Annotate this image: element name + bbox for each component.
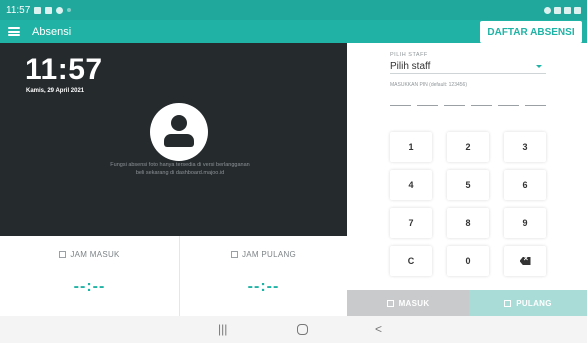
jam-pulang-card: JAM PULANG --:-- xyxy=(180,236,347,316)
pulang-button-label: PULANG xyxy=(516,298,552,308)
jam-masuk-label: JAM MASUK xyxy=(70,250,120,259)
pin-panel: PILIH STAFF Pilih staff MASUKKAN PIN (de… xyxy=(347,43,587,290)
logout-icon xyxy=(230,251,238,258)
keypad-key-3[interactable]: 3 xyxy=(504,132,546,162)
navigation-bar: ||| < xyxy=(0,316,587,343)
pin-label: MASUKKAN PIN (default: 123456) xyxy=(390,82,467,88)
status-bar: 11:57 xyxy=(0,0,587,20)
staff-dropdown[interactable]: Pilih staff xyxy=(390,59,546,74)
message-notification-icon xyxy=(45,6,53,14)
pulang-button[interactable]: PULANG xyxy=(469,290,587,316)
gallery-notification-icon xyxy=(34,6,42,14)
backspace-icon xyxy=(519,257,531,265)
masuk-button[interactable]: MASUK xyxy=(347,290,469,316)
home-icon[interactable] xyxy=(297,324,308,335)
keypad-key-clear[interactable]: C xyxy=(390,246,432,276)
keypad-key-backspace[interactable] xyxy=(504,246,546,276)
keypad-key-2[interactable]: 2 xyxy=(447,132,489,162)
staff-selected-value: Pilih staff xyxy=(390,60,431,72)
pin-slot xyxy=(525,105,546,106)
keypad-key-1[interactable]: 1 xyxy=(390,132,432,162)
notice-line-1: Fungsi absensi foto hanya tersedia di ve… xyxy=(110,162,250,168)
jam-masuk-value: --:-- xyxy=(73,278,106,295)
photo-panel: 11:57 Kamis, 29 April 2021 Fungsi absens… xyxy=(0,43,347,236)
pin-slot xyxy=(471,105,492,106)
dropdown-arrow-icon xyxy=(536,64,542,68)
masuk-button-label: MASUK xyxy=(398,298,430,308)
jam-pulang-label: JAM PULANG xyxy=(241,250,297,259)
pin-slot xyxy=(390,105,411,106)
logout-icon xyxy=(504,299,512,307)
daftar-absensi-button[interactable]: DAFTAR ABSENSI xyxy=(480,21,582,43)
app-notification-icon xyxy=(56,6,64,14)
pin-input[interactable] xyxy=(390,105,546,106)
login-icon xyxy=(59,251,67,258)
keypad-key-6[interactable]: 6 xyxy=(504,170,546,200)
recent-apps-icon[interactable]: ||| xyxy=(218,322,227,336)
user-avatar-icon xyxy=(150,103,208,161)
subscription-notice: Fungsi absensi foto hanya tersedia di ve… xyxy=(70,161,290,177)
login-icon xyxy=(386,299,394,307)
notice-line-2: beli sekarang di dashboard.majoo.id xyxy=(135,170,225,176)
keypad-key-4[interactable]: 4 xyxy=(390,170,432,200)
date-display: Kamis, 29 April 2021 xyxy=(26,88,85,94)
battery-icon xyxy=(574,6,581,14)
jam-masuk-card: JAM MASUK --:-- xyxy=(0,236,180,316)
menu-icon[interactable] xyxy=(8,27,20,36)
keypad-key-5[interactable]: 5 xyxy=(447,170,489,200)
pin-slot xyxy=(444,105,465,106)
staff-label: PILIH STAFF xyxy=(390,52,428,58)
app-screen: 11:57 Absensi DAFTAR ABSENSI 11:57 Kamis… xyxy=(0,0,587,343)
app-bar: Absensi DAFTAR ABSENSI xyxy=(0,20,587,43)
signal-icon xyxy=(564,6,571,14)
more-notifications-icon xyxy=(67,8,72,12)
clock-display: 11:57 xyxy=(25,53,103,86)
keypad-key-7[interactable]: 7 xyxy=(390,208,432,238)
app-title: Absensi xyxy=(32,25,72,38)
status-time: 11:57 xyxy=(6,4,31,16)
pin-slot xyxy=(498,105,519,106)
keypad-key-0[interactable]: 0 xyxy=(447,246,489,276)
keypad-key-9[interactable]: 9 xyxy=(504,208,546,238)
wifi-icon xyxy=(554,6,561,14)
back-icon[interactable]: < xyxy=(375,322,382,336)
jam-pulang-value: --:-- xyxy=(247,278,280,295)
bluetooth-icon xyxy=(544,6,551,14)
pin-slot xyxy=(417,105,438,106)
keypad-key-8[interactable]: 8 xyxy=(447,208,489,238)
